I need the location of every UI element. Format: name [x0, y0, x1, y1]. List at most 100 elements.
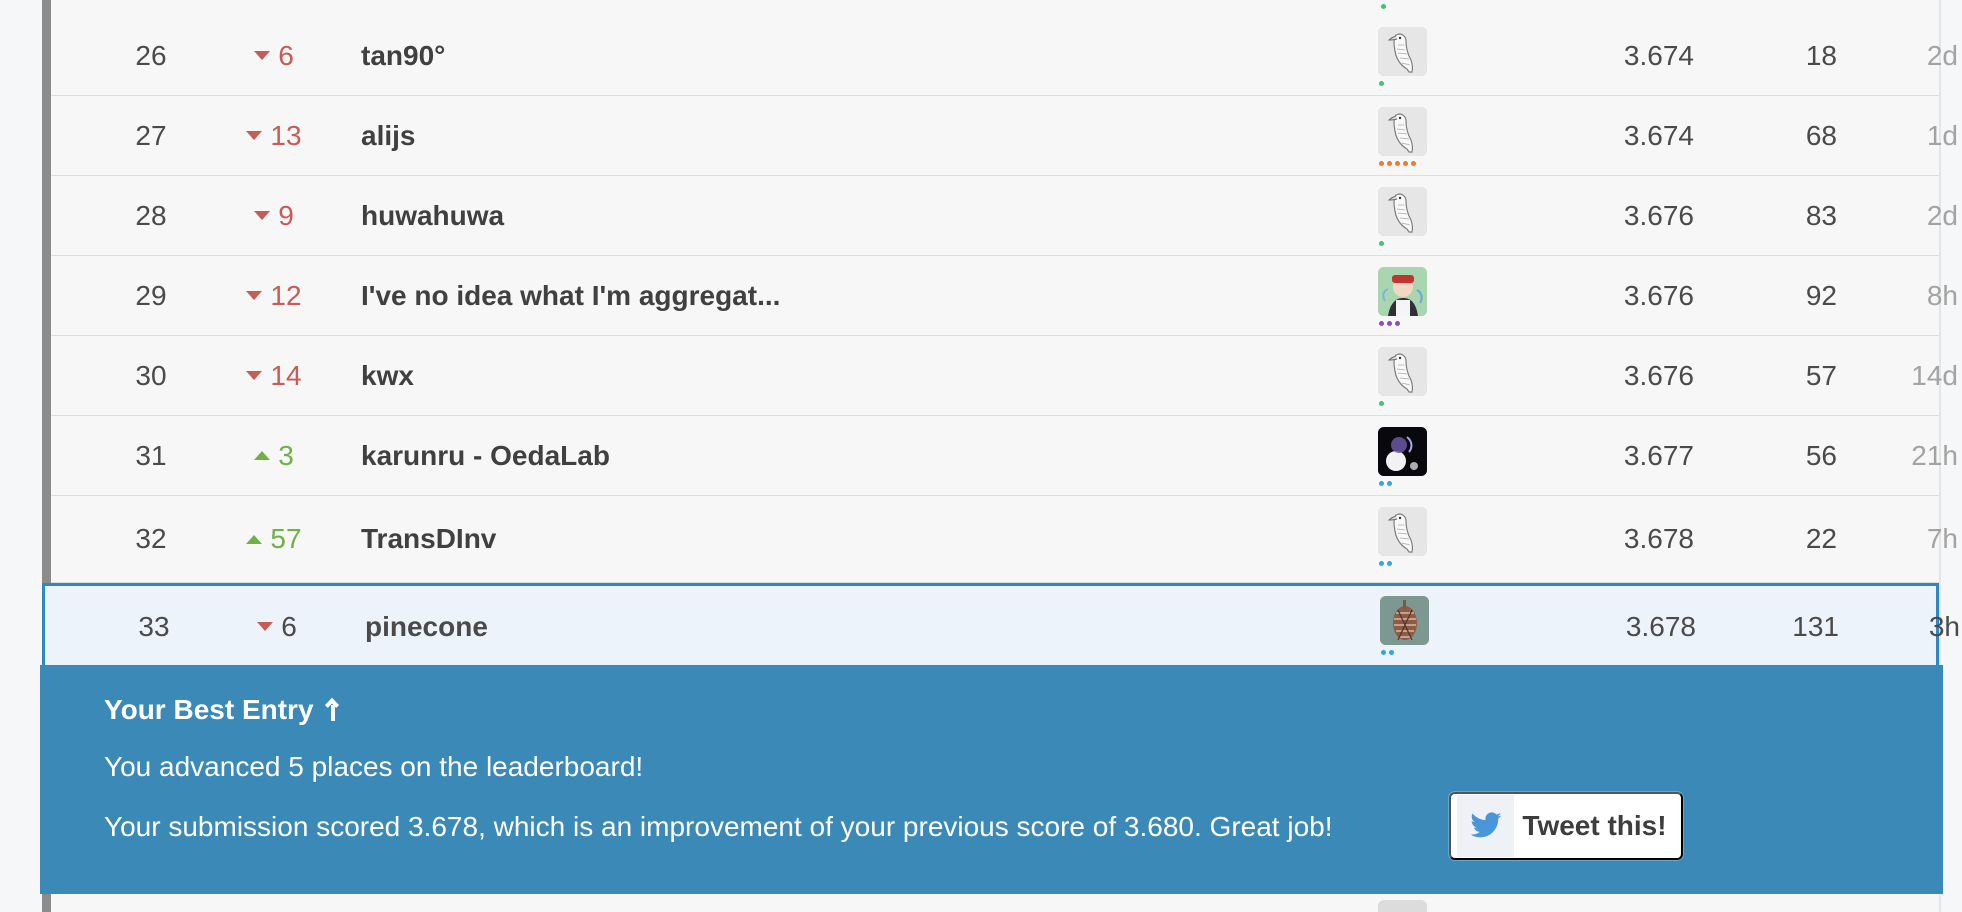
rank-down-icon — [254, 211, 271, 220]
rank-down-icon — [254, 51, 271, 60]
badge-dot — [1387, 481, 1392, 486]
team-name[interactable]: tan90° — [361, 16, 1261, 95]
badge-dot — [1381, 650, 1386, 655]
pinecone-avatar-icon-svg — [1380, 596, 1429, 645]
goose-avatar-icon[interactable] — [1378, 187, 1427, 236]
last-submission-cell: 3h — [1928, 610, 1960, 642]
goose-avatar-icon-svg — [1378, 27, 1427, 76]
rank-change: 3 — [225, 416, 323, 495]
table-row[interactable]: 26 6 tan90° 3.674 18 2d — [51, 16, 1958, 96]
score-cell: 3.676 — [1623, 279, 1694, 311]
badge-dots — [1379, 401, 1384, 406]
rank-up-icon — [254, 451, 271, 460]
badge-dot — [1395, 161, 1400, 166]
rank-down-icon — [246, 371, 263, 380]
score-cell: 3.676 — [1623, 359, 1694, 391]
rank-change-value: 14 — [270, 359, 302, 391]
score-cell: 3.674 — [1623, 119, 1694, 151]
last-submission-cell: 7h — [1926, 523, 1958, 554]
badge-dot — [1389, 650, 1394, 655]
table-row[interactable]: 32 57 TransDInv 3.678 22 7h — [51, 496, 1958, 583]
goose-avatar-icon[interactable] — [1378, 347, 1427, 396]
team-members[interactable] — [1378, 16, 1438, 95]
goose-avatar-icon[interactable] — [1378, 107, 1427, 156]
badge-dot — [1387, 321, 1392, 326]
last-submission-cell: 2d — [1926, 39, 1958, 71]
badge-dot — [1379, 241, 1384, 246]
previous-row-edge — [51, 0, 1939, 17]
badge-dots — [1381, 650, 1394, 655]
dark-light-avatar-icon[interactable] — [1378, 427, 1427, 476]
team-name[interactable]: karunru - OedaLab — [361, 416, 1261, 495]
team-name[interactable]: alijs — [361, 96, 1261, 175]
leaderboard-page: 26 6 tan90° 3.674 18 2d 27 13 alijs 3.67… — [0, 0, 1962, 912]
badge-dot — [1379, 161, 1384, 166]
table-row[interactable]: 30 14 kwx 3.676 57 14d — [51, 336, 1958, 416]
team-members[interactable] — [1380, 586, 1440, 667]
advanced-message: You advanced 5 places on the leaderboard… — [104, 751, 644, 782]
team-members[interactable] — [1378, 496, 1438, 582]
pinecone-avatar-icon[interactable] — [1380, 596, 1429, 645]
last-submission-cell: 21h — [1911, 439, 1958, 471]
team-members[interactable] — [1378, 256, 1438, 335]
rank-change-value: 6 — [278, 39, 294, 71]
arrow-up-icon — [324, 699, 342, 721]
highlighted-table-row[interactable]: 33 6 pinecone 3.678 131 3h — [42, 583, 1960, 667]
rank-change: 14 — [225, 336, 323, 415]
goose-avatar-icon[interactable] — [1378, 27, 1427, 76]
portrait-avatar-icon[interactable] — [1378, 267, 1427, 316]
team-members[interactable] — [1378, 416, 1438, 495]
badge-dot — [1387, 161, 1392, 166]
rank-cell: 27 — [135, 119, 167, 151]
team-members[interactable] — [1378, 176, 1438, 255]
rank-change-value: 3 — [278, 439, 294, 471]
table-row[interactable]: 29 12 I've no idea what I'm aggregat... — [51, 256, 1958, 336]
entries-cell: 18 — [1805, 39, 1837, 71]
score-message: Your submission scored 3.678, which is a… — [104, 811, 1333, 842]
goose-avatar-icon-svg — [1378, 187, 1427, 236]
rank-up-icon — [246, 534, 263, 544]
rank-cell: 33 — [138, 610, 170, 642]
rank-cell: 32 — [135, 523, 167, 554]
score-cell: 3.678 — [1623, 523, 1694, 554]
badge-dot — [1379, 481, 1384, 486]
entries-cell: 56 — [1805, 439, 1837, 471]
team-name[interactable]: TransDInv — [361, 496, 1261, 582]
badge-dot — [1381, 4, 1386, 9]
team-name[interactable]: pinecone — [365, 586, 1265, 667]
rank-change: 12 — [225, 256, 323, 335]
badge-dot — [1403, 161, 1408, 166]
rank-change-value: 12 — [270, 279, 302, 311]
avatar-peek — [1378, 900, 1427, 912]
tweet-button[interactable]: Tweet this! — [1449, 792, 1683, 860]
table-row[interactable]: 27 13 alijs 3.674 68 1d — [51, 96, 1958, 176]
team-name[interactable]: I've no idea what I'm aggregat... — [361, 256, 1261, 335]
entries-cell: 92 — [1805, 279, 1837, 311]
goose-avatar-icon[interactable] — [1378, 507, 1427, 556]
table-row[interactable]: 28 9 huwahuwa 3.676 83 2d — [51, 176, 1958, 256]
team-name[interactable]: huwahuwa — [361, 176, 1261, 255]
team-members[interactable] — [1378, 96, 1438, 175]
last-submission-cell: 14d — [1911, 359, 1958, 391]
badge-dot — [1379, 81, 1384, 86]
team-name[interactable]: kwx — [361, 336, 1261, 415]
badge-dots — [1379, 241, 1384, 246]
badge-dot — [1379, 321, 1384, 326]
score-cell: 3.676 — [1623, 199, 1694, 231]
goose-avatar-icon-svg — [1378, 507, 1427, 556]
best-entry-banner: Your Best Entry You advanced 5 places on… — [40, 665, 1943, 894]
table-row[interactable]: 31 3 karunru - OedaLab 3.677 56 21h — [51, 416, 1958, 496]
rank-down-icon — [246, 131, 263, 140]
rank-change: 57 — [225, 496, 323, 582]
team-members[interactable] — [1378, 336, 1438, 415]
badge-dot — [1387, 561, 1392, 566]
next-row-peek — [51, 894, 1939, 912]
twitter-icon — [1457, 795, 1514, 857]
badge-dots — [1379, 481, 1392, 486]
dark-light-avatar-icon-svg — [1378, 427, 1427, 476]
entries-cell: 131 — [1792, 610, 1839, 642]
score-cell: 3.677 — [1623, 439, 1694, 471]
goose-avatar-icon-svg — [1378, 107, 1427, 156]
rank-cell: 26 — [135, 39, 167, 71]
badge-dots — [1379, 161, 1416, 166]
